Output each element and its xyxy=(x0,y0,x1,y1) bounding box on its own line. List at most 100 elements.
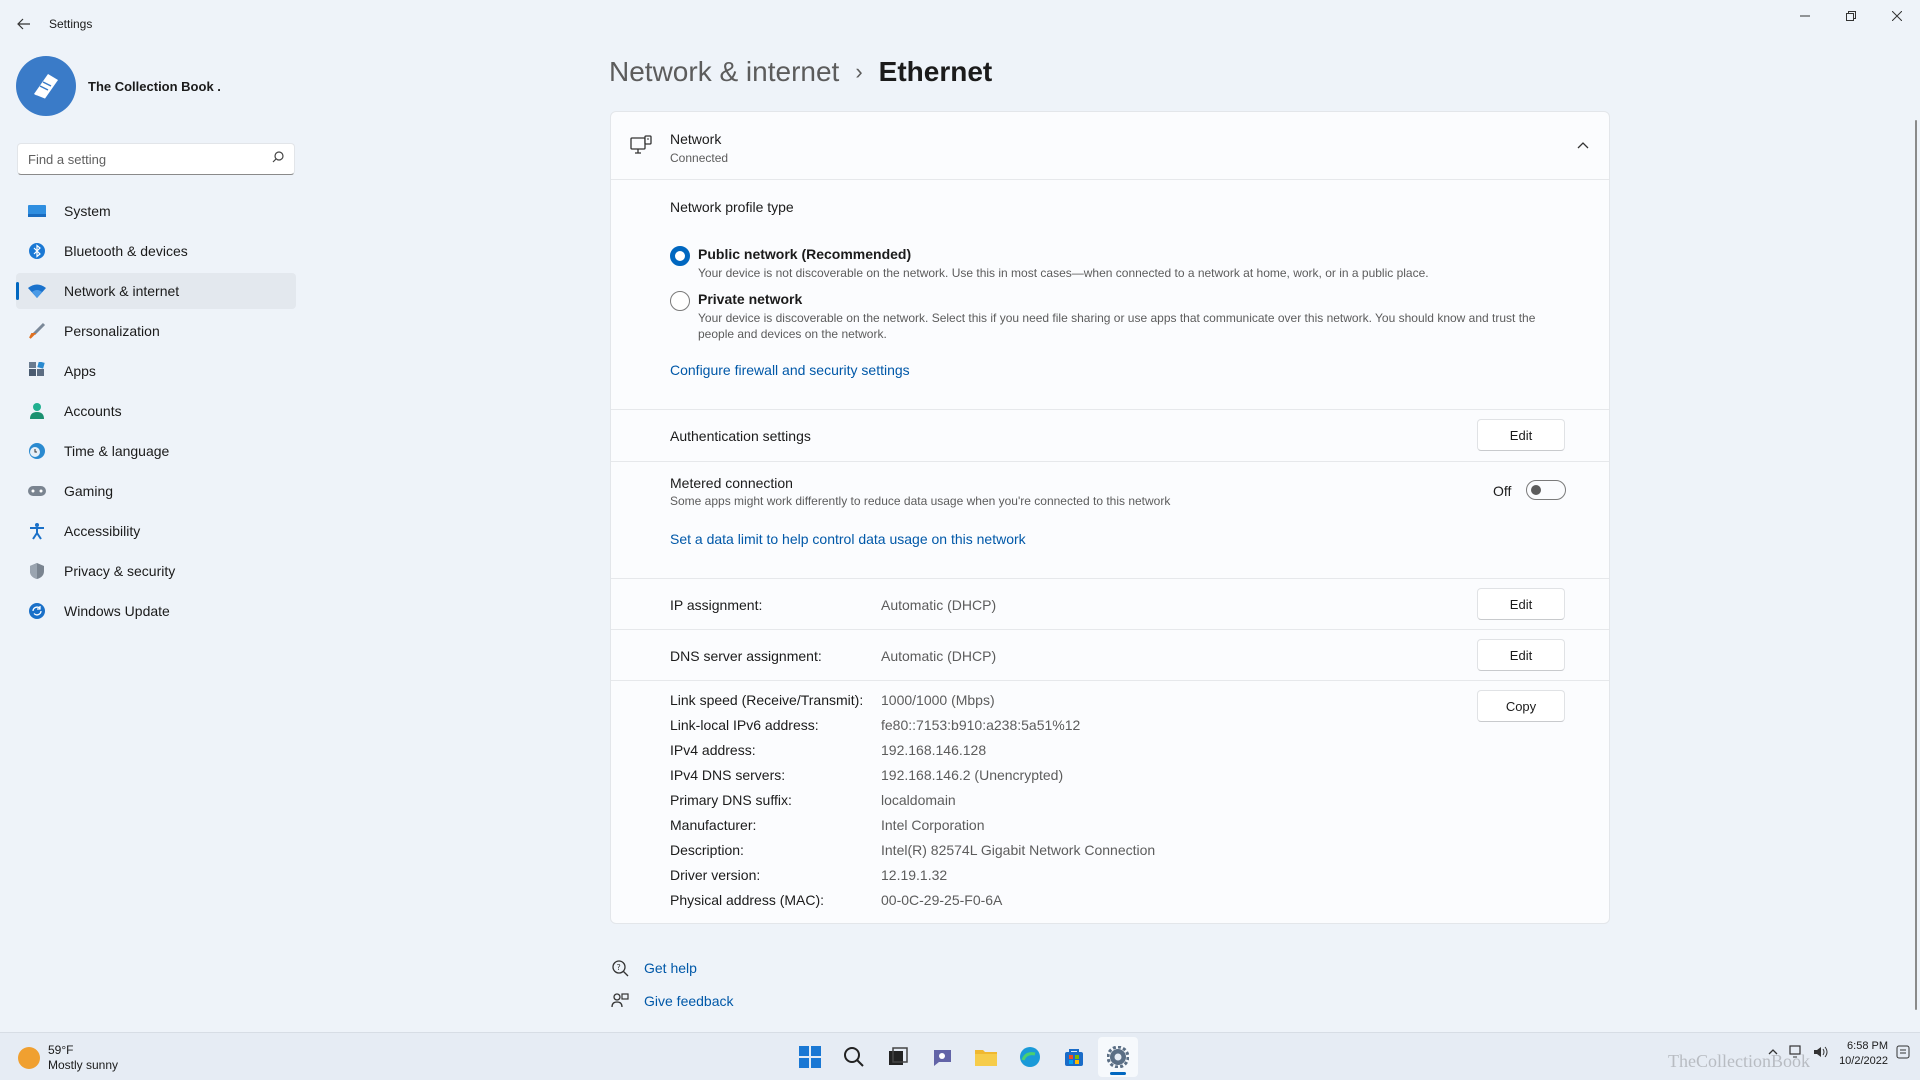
property-label: Driver version: xyxy=(670,867,761,883)
auth-edit-button[interactable]: Edit xyxy=(1477,419,1565,451)
brush-icon xyxy=(26,321,48,341)
give-feedback-label: Give feedback xyxy=(644,993,734,1009)
ip-edit-button[interactable]: Edit xyxy=(1477,588,1565,620)
search-input[interactable] xyxy=(28,151,272,167)
ip-assignment-value: Automatic (DHCP) xyxy=(881,597,997,613)
settings-icon[interactable] xyxy=(1098,1037,1138,1077)
update-icon xyxy=(26,601,48,621)
private-network-radio[interactable] xyxy=(670,291,690,311)
search-icon[interactable] xyxy=(272,150,284,168)
volume-icon[interactable] xyxy=(1813,1045,1829,1064)
property-value: fe80::7153:b910:a238:5a51%12 xyxy=(881,717,1081,733)
store-icon[interactable] xyxy=(1054,1037,1094,1077)
close-button[interactable] xyxy=(1874,0,1920,32)
search-icon[interactable] xyxy=(834,1037,874,1077)
sidebar-item-accounts[interactable]: Accounts xyxy=(16,393,296,429)
profile-name: The Collection Book . xyxy=(88,78,221,94)
property-label: Link speed (Receive/Transmit): xyxy=(670,692,864,708)
copy-button[interactable]: Copy xyxy=(1477,690,1565,722)
windows-start-icon[interactable] xyxy=(790,1037,830,1077)
sidebar-item-apps[interactable]: Apps xyxy=(16,353,296,389)
sidebar-item-personalization[interactable]: Personalization xyxy=(16,313,296,349)
public-network-option[interactable]: Public network (Recommended) Your device… xyxy=(670,246,1558,281)
gamepad-icon xyxy=(26,481,48,501)
private-network-title: Private network xyxy=(698,291,803,307)
page-title: Ethernet xyxy=(878,56,993,87)
property-value: 192.168.146.128 xyxy=(881,742,987,758)
search-box[interactable] xyxy=(17,143,295,175)
restore-button[interactable] xyxy=(1828,0,1874,32)
dns-edit-button[interactable]: Edit xyxy=(1477,639,1565,671)
divider xyxy=(611,461,1609,462)
edge-icon[interactable] xyxy=(1010,1037,1050,1077)
taskbar: 59°F Mostly sunny TheCollectionBook 6:58… xyxy=(0,1032,1920,1080)
property-value: 00-0C-29-25-F0-6A xyxy=(881,892,1003,908)
chevron-right-icon: › xyxy=(855,59,863,84)
task-view-icon[interactable] xyxy=(878,1037,918,1077)
sidebar-item-windows-update[interactable]: Windows Update xyxy=(16,593,296,629)
feedback-icon xyxy=(610,991,630,1011)
clock-date: 10/2/2022 xyxy=(1839,1055,1888,1067)
bluetooth-icon xyxy=(26,241,48,261)
sidebar-item-label: Privacy & security xyxy=(64,563,176,579)
sidebar-item-label: System xyxy=(64,203,111,219)
sidebar-item-accessibility[interactable]: Accessibility xyxy=(16,513,296,549)
sidebar-item-label: Accessibility xyxy=(64,523,141,539)
clock[interactable]: 6:58 PM 10/2/2022 xyxy=(1839,1039,1888,1069)
dns-assignment-label: DNS server assignment: xyxy=(670,648,822,664)
firewall-settings-link[interactable]: Configure firewall and security settings xyxy=(670,362,910,378)
weather-widget[interactable]: 59°F Mostly sunny xyxy=(18,1043,118,1073)
clock-globe-icon xyxy=(26,441,48,461)
metered-toggle[interactable] xyxy=(1526,480,1566,500)
file-explorer-icon[interactable] xyxy=(966,1037,1006,1077)
breadcrumb-parent[interactable]: Network & internet xyxy=(609,56,839,88)
get-help-label: Get help xyxy=(644,960,697,976)
chevron-up-icon[interactable] xyxy=(1767,1045,1779,1063)
public-network-radio[interactable] xyxy=(670,246,690,266)
notification-icon[interactable] xyxy=(1896,1045,1910,1064)
weather-temp: 59°F xyxy=(48,1043,74,1057)
property-value: Intel Corporation xyxy=(881,817,985,833)
app-title: Settings xyxy=(49,17,93,31)
accessibility-icon xyxy=(26,521,48,541)
sidebar-item-gaming[interactable]: Gaming xyxy=(16,473,296,509)
profile-header: The Collection Book . xyxy=(16,56,221,116)
sidebar-nav: System Bluetooth & devices Network & int… xyxy=(16,193,296,633)
property-label: Description: xyxy=(670,842,744,858)
give-feedback-link[interactable]: Give feedback xyxy=(610,991,734,1011)
network-card: Network Connected Network profile type P… xyxy=(610,111,1610,924)
help-chat-icon: ? xyxy=(610,958,630,978)
divider xyxy=(611,578,1609,579)
accounts-icon xyxy=(26,401,48,421)
property-value: 192.168.146.2 (Unencrypted) xyxy=(881,767,1064,783)
chevron-up-icon[interactable] xyxy=(1575,138,1591,154)
sidebar-item-label: Network & internet xyxy=(64,283,180,299)
teams-chat-icon[interactable] xyxy=(922,1037,962,1077)
property-label: IPv4 address: xyxy=(670,742,756,758)
sidebar-item-label: Apps xyxy=(64,363,96,379)
property-label: Link-local IPv6 address: xyxy=(670,717,819,733)
get-help-link[interactable]: ? Get help xyxy=(610,958,697,978)
property-label: Primary DNS suffix: xyxy=(670,792,792,808)
sidebar-item-label: Accounts xyxy=(64,403,122,419)
private-network-option[interactable]: Private network Your device is discovera… xyxy=(670,291,1558,342)
sidebar-item-privacy[interactable]: Privacy & security xyxy=(16,553,296,589)
property-value: 12.19.1.32 xyxy=(881,867,948,883)
scrollbar[interactable] xyxy=(1915,120,1917,1010)
sidebar-item-bluetooth[interactable]: Bluetooth & devices xyxy=(16,233,296,269)
sidebar-item-system[interactable]: System xyxy=(16,193,296,229)
public-network-desc: Your device is not discoverable on the n… xyxy=(698,266,1429,280)
back-arrow-icon[interactable] xyxy=(12,12,36,36)
avatar[interactable] xyxy=(16,56,76,116)
divider xyxy=(611,629,1609,630)
network-header[interactable]: Network Connected xyxy=(611,112,1609,180)
wifi-icon xyxy=(26,281,48,301)
minimize-button[interactable] xyxy=(1782,0,1828,32)
sidebar-item-label: Personalization xyxy=(64,323,160,339)
sidebar-item-label: Windows Update xyxy=(64,603,170,619)
network-tray-icon[interactable] xyxy=(1789,1044,1805,1064)
property-value: Intel(R) 82574L Gigabit Network Connecti… xyxy=(881,842,1156,858)
sidebar-item-time-language[interactable]: Time & language xyxy=(16,433,296,469)
sidebar-item-network[interactable]: Network & internet xyxy=(16,273,296,309)
data-limit-link[interactable]: Set a data limit to help control data us… xyxy=(670,531,1026,547)
